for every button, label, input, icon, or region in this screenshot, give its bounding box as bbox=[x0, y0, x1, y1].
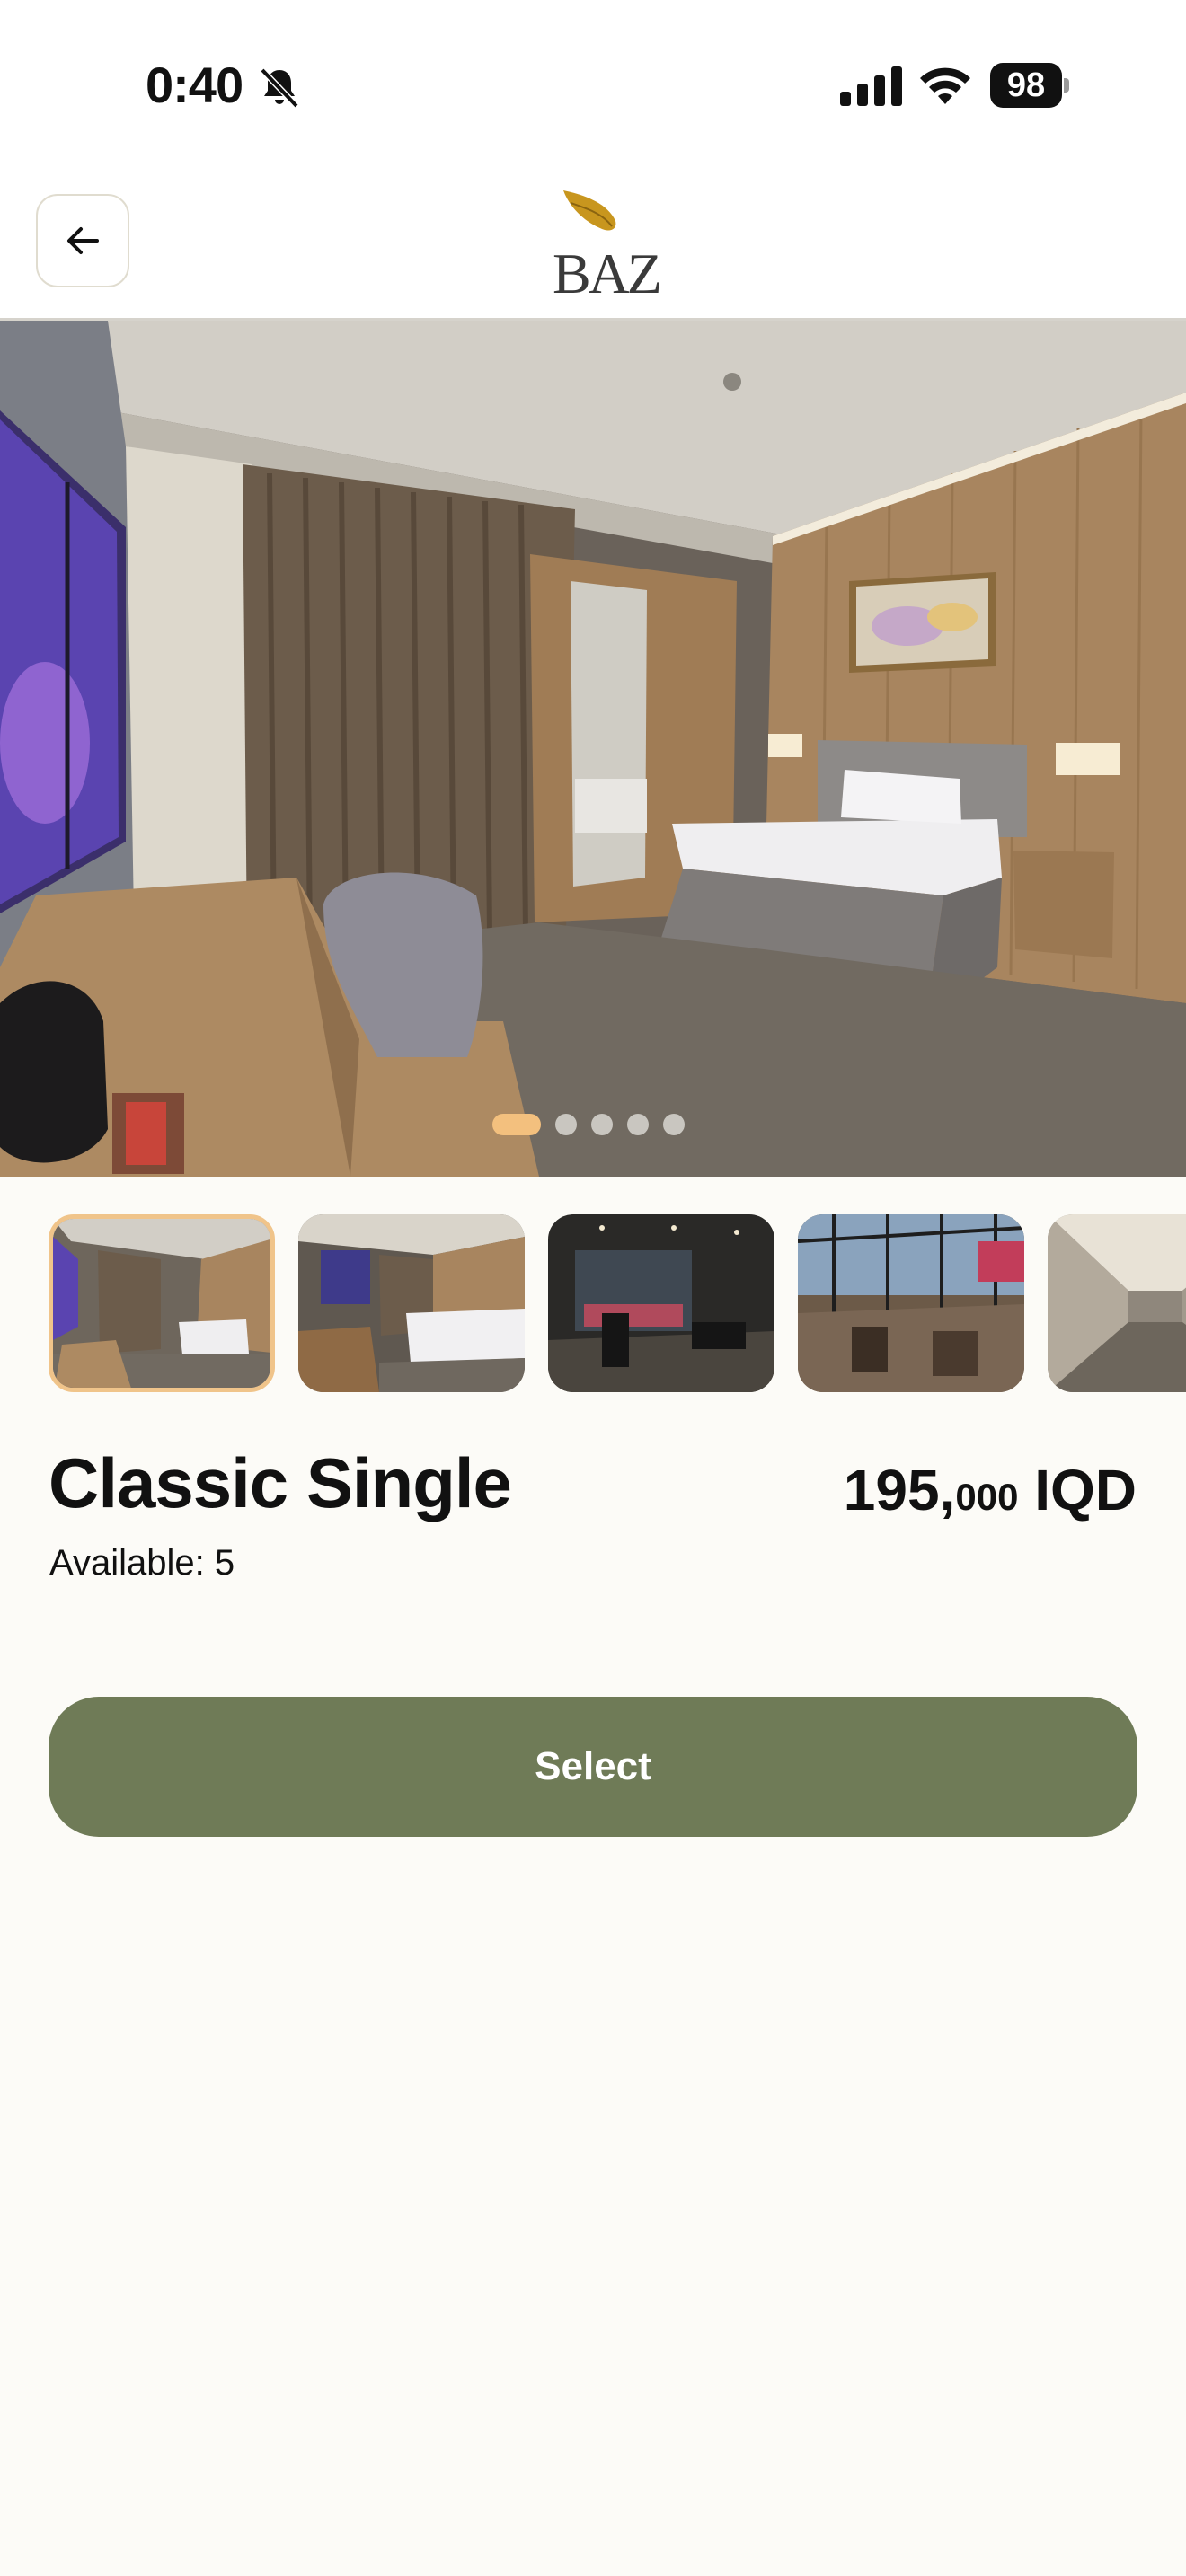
battery-icon: 98 bbox=[990, 63, 1069, 108]
price-thousand: 000 bbox=[955, 1476, 1019, 1518]
thumb-room-twin[interactable] bbox=[298, 1214, 525, 1392]
room-photo-image bbox=[0, 321, 1186, 1177]
price-currency: IQD bbox=[1018, 1458, 1137, 1522]
availability: Available: 5 bbox=[49, 1543, 235, 1584]
arrow-left-icon bbox=[67, 227, 99, 254]
room-name: Classic Single bbox=[49, 1443, 512, 1522]
gallery-pagination bbox=[492, 1113, 685, 1136]
status-bar: 0:40 98 bbox=[0, 0, 1186, 171]
app-header: BAZ bbox=[0, 171, 1186, 321]
logo-text: BAZ bbox=[553, 242, 662, 305]
room-photo[interactable] bbox=[0, 321, 1186, 1177]
wifi-icon bbox=[920, 67, 970, 104]
gallery-dot-active[interactable] bbox=[492, 1114, 541, 1135]
hotel-logo: BAZ bbox=[553, 185, 662, 305]
thumbnail-strip[interactable] bbox=[49, 1214, 1186, 1392]
back-button[interactable] bbox=[36, 194, 129, 287]
price-main: 195, bbox=[843, 1458, 956, 1522]
thumb-terrace[interactable] bbox=[798, 1214, 1024, 1392]
leaf-logo-icon bbox=[563, 190, 616, 231]
battery-level: 98 bbox=[990, 63, 1062, 108]
room-price: 195,000 IQD bbox=[844, 1457, 1137, 1523]
gallery-dot[interactable] bbox=[555, 1114, 577, 1135]
bell-slash-icon bbox=[260, 67, 299, 109]
availability-count: 5 bbox=[214, 1543, 235, 1583]
gallery-dot[interactable] bbox=[663, 1114, 685, 1135]
cellular-signal-icon bbox=[840, 66, 902, 106]
gallery-dot[interactable] bbox=[591, 1114, 613, 1135]
thumb-gym[interactable] bbox=[548, 1214, 774, 1392]
select-button[interactable]: Select bbox=[49, 1697, 1137, 1837]
status-time: 0:40 bbox=[146, 57, 243, 113]
thumb-corridor[interactable] bbox=[1048, 1214, 1186, 1392]
gallery-dot[interactable] bbox=[627, 1114, 649, 1135]
availability-label: Available: bbox=[49, 1543, 215, 1583]
thumb-room-single[interactable] bbox=[49, 1214, 275, 1392]
